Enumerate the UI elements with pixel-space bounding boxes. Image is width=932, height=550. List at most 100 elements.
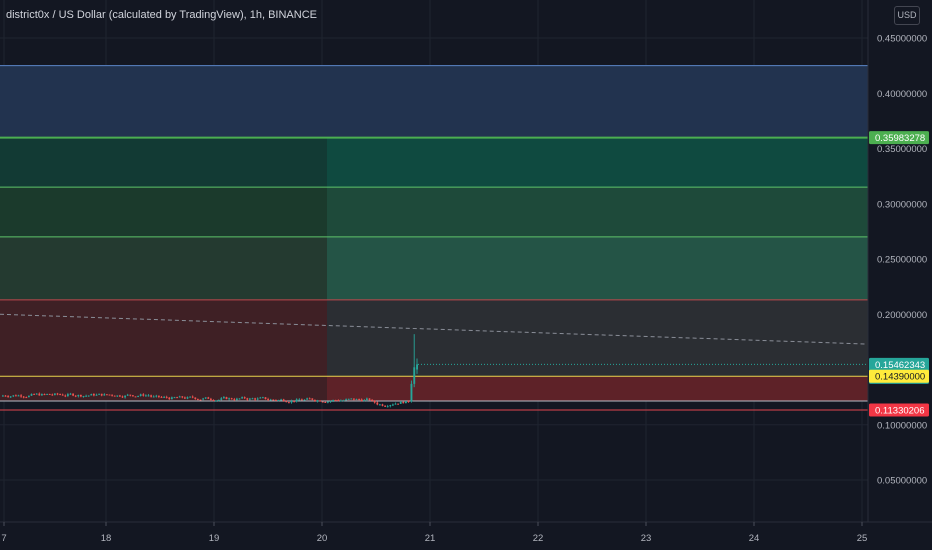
candle-body xyxy=(132,395,134,397)
candle-body xyxy=(150,395,152,397)
candle-body xyxy=(319,400,321,402)
candle-body xyxy=(51,394,54,396)
candle-body xyxy=(2,395,4,397)
currency-button[interactable]: USD xyxy=(894,6,920,25)
candle-body xyxy=(327,401,329,403)
candle-body xyxy=(69,393,72,395)
candle-body xyxy=(207,397,210,399)
candle-body xyxy=(54,393,56,395)
candle-body xyxy=(251,398,254,400)
candle-body xyxy=(413,367,416,384)
candle-body xyxy=(194,397,197,400)
candle-body xyxy=(389,405,392,407)
price-tick-label: 0.30000000 xyxy=(877,199,927,210)
candle-body xyxy=(241,397,243,399)
candle-body xyxy=(30,393,33,396)
candle-body xyxy=(254,398,256,400)
candle-body xyxy=(106,394,108,396)
candle-body xyxy=(269,399,272,401)
candle-body xyxy=(74,395,77,397)
candle-body xyxy=(368,398,371,400)
time-axis[interactable]: 7 18 19 20 21 22 23 24 25 xyxy=(0,521,932,550)
candle-body xyxy=(160,396,163,398)
time-tick-label: 25 xyxy=(857,533,868,544)
price-axis-bg xyxy=(868,0,932,550)
candle-body xyxy=(373,400,376,403)
candle-body xyxy=(332,400,334,402)
price-tag-target-value: 0.35983278 xyxy=(875,133,925,144)
candle-body xyxy=(4,395,7,397)
candle-body xyxy=(386,406,389,408)
candle-body xyxy=(337,400,340,402)
candle-body xyxy=(275,399,277,401)
zone-left-1 xyxy=(0,137,327,188)
candle-body xyxy=(246,398,249,400)
position-zones xyxy=(0,65,869,411)
candle-body xyxy=(80,394,82,397)
candle-body xyxy=(95,394,98,396)
candle-body xyxy=(202,398,204,400)
candle-body xyxy=(64,395,67,397)
zone-right-3 xyxy=(327,236,868,300)
candle-body xyxy=(225,397,228,400)
candle-body xyxy=(93,394,95,396)
candle-body xyxy=(155,395,158,397)
price-tick-label: 0.45000000 xyxy=(877,34,927,45)
candle-body xyxy=(56,393,59,395)
candle-body xyxy=(126,394,129,396)
candle-body xyxy=(217,399,220,401)
candle-body xyxy=(342,400,345,402)
candle-body xyxy=(298,399,301,401)
candle-body xyxy=(171,397,173,400)
candle-body xyxy=(77,394,80,397)
price-tick-label: 0.25000000 xyxy=(877,255,927,266)
candle-body xyxy=(355,399,358,401)
candle-body xyxy=(301,399,303,401)
time-tick-label: 19 xyxy=(209,533,220,544)
candle-body xyxy=(163,396,165,398)
price-tick-label: 0.35000000 xyxy=(877,144,927,155)
candle-body xyxy=(358,399,360,401)
candle-body xyxy=(410,383,413,402)
candle-body xyxy=(204,397,207,399)
candle-body xyxy=(33,393,35,395)
candle-body xyxy=(98,393,100,395)
candle-body xyxy=(189,396,191,398)
candle-body xyxy=(103,394,106,396)
candle-body xyxy=(15,395,17,397)
price-axis[interactable]: 0.45000000 0.40000000 0.35000000 0.30000000… xyxy=(867,0,932,550)
candle-body xyxy=(90,394,93,396)
candle-body xyxy=(293,400,295,402)
candle-body xyxy=(121,396,124,398)
candle-body xyxy=(197,399,199,401)
candle-body xyxy=(394,403,397,405)
candle-body xyxy=(9,396,12,398)
candle-body xyxy=(191,396,194,398)
candle-body xyxy=(186,397,189,399)
price-chart[interactable]: 0.45000000 0.40000000 0.35000000 0.30000000… xyxy=(0,0,932,550)
candle-body xyxy=(345,399,347,401)
candle-body xyxy=(290,400,293,403)
candle-body xyxy=(347,398,350,400)
candle-body xyxy=(168,397,171,400)
candle-body xyxy=(12,395,15,397)
candle-body xyxy=(41,394,43,396)
candle-body xyxy=(152,396,155,398)
price-tick-label: 0.10000000 xyxy=(877,420,927,431)
candle-body xyxy=(20,395,22,397)
candle-body xyxy=(72,393,74,396)
zone-right-2 xyxy=(327,187,868,237)
candle-body xyxy=(376,402,379,405)
candle-body xyxy=(285,401,288,403)
candle-body xyxy=(142,394,145,396)
time-axis-bg xyxy=(0,522,932,550)
candle-body xyxy=(303,399,306,401)
candle-body xyxy=(402,401,405,404)
price-tick-label: 0.20000000 xyxy=(877,310,927,321)
candle-body xyxy=(238,398,241,400)
candle-body xyxy=(272,399,275,401)
price-tag-last-value: 0.15462343 xyxy=(875,360,925,371)
candle-body xyxy=(314,399,316,402)
candle-body xyxy=(306,398,308,400)
candle-body xyxy=(399,401,402,404)
